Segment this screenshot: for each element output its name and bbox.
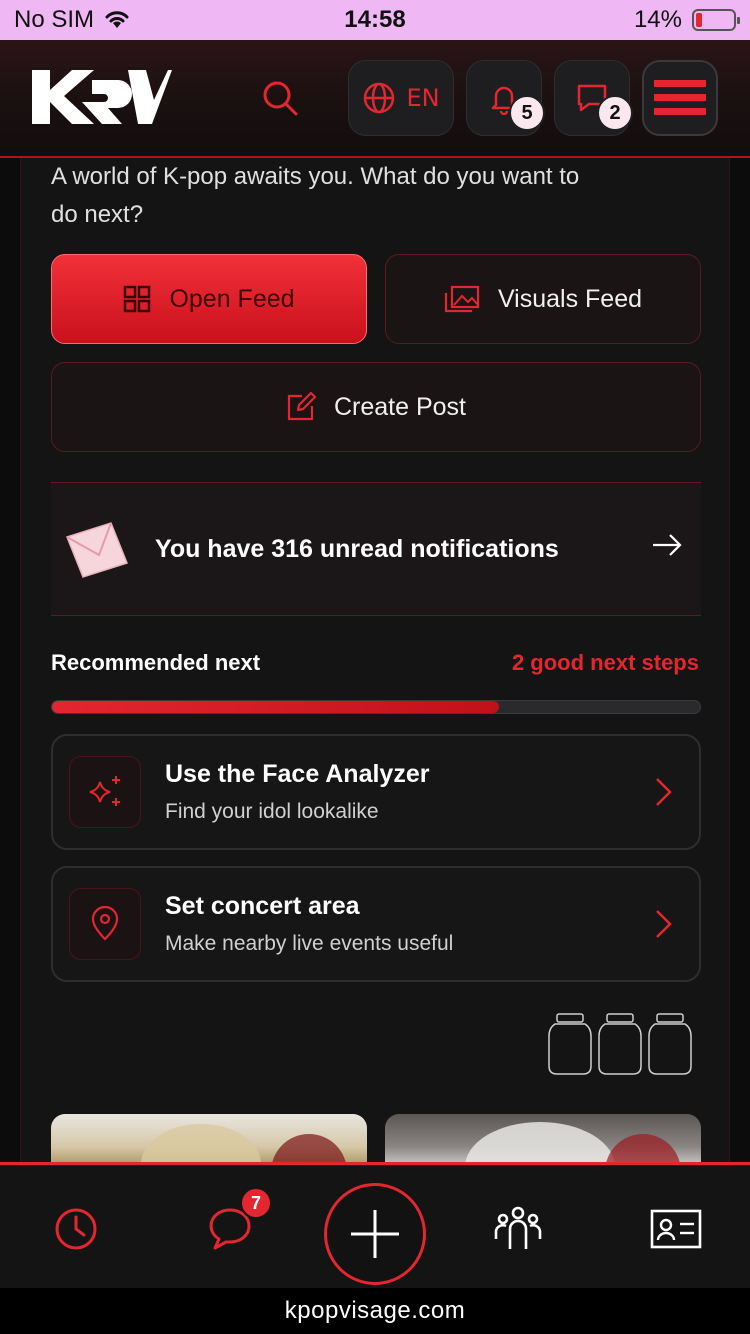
open-feed-button[interactable]: Open Feed — [51, 254, 367, 344]
sparkles-icon — [89, 776, 120, 806]
visual-thumbnail[interactable] — [51, 1114, 367, 1168]
bottom-navigation: 7 — [0, 1162, 750, 1288]
search-icon — [263, 81, 298, 116]
jars-decoration — [547, 1012, 693, 1076]
messages-button[interactable]: 2 — [554, 60, 633, 136]
create-button[interactable] — [324, 1183, 426, 1285]
nav-profile[interactable] — [648, 1201, 704, 1257]
location-pin-icon — [91, 906, 119, 941]
battery-icon — [692, 9, 740, 31]
logo[interactable] — [30, 66, 172, 133]
jar-icon — [548, 1013, 592, 1075]
recommended-count: 2 good next steps — [511, 650, 699, 675]
people-icon — [494, 1206, 542, 1249]
app-header: EN 5 2 — [0, 40, 750, 158]
battery-percent: 14% — [633, 6, 682, 33]
create-post-button[interactable]: Create Post — [51, 362, 701, 452]
step-title: Use the Face Analyzer — [165, 760, 430, 788]
edit-icon — [287, 392, 316, 421]
arrow-right-icon — [653, 534, 682, 556]
battery-status: 14% — [633, 6, 740, 34]
visual-thumbnail[interactable] — [385, 1114, 701, 1168]
progress-fill — [52, 701, 500, 713]
language-label: EN — [406, 84, 440, 112]
notifications-button[interactable]: 5 — [466, 60, 545, 136]
step-concert-area[interactable]: Set concert area Make nearby live events… — [51, 866, 701, 982]
home-card: A world of K-pop awaits you. What do you… — [20, 158, 730, 1168]
logo-icon — [32, 70, 172, 124]
notifications-badge: 5 — [509, 95, 545, 131]
chevron-right-icon — [656, 778, 672, 806]
create-post-label: Create Post — [333, 392, 466, 421]
language-selector[interactable]: EN — [348, 60, 454, 136]
envelope-icon — [66, 522, 128, 578]
step-icon-box — [69, 756, 141, 828]
search-button[interactable] — [258, 76, 304, 122]
notifications-banner-text: You have 316 unread notifications — [155, 535, 559, 563]
plus-icon — [351, 1210, 399, 1258]
clock-icon — [55, 1208, 97, 1250]
step-subtitle: Find your idol lookalike — [165, 800, 379, 823]
nav-community[interactable] — [490, 1201, 546, 1257]
intro-text: A world of K-pop awaits you. What do you… — [51, 163, 580, 228]
nav-history[interactable] — [48, 1201, 104, 1257]
open-feed-label: Open Feed — [169, 284, 295, 313]
jar-icon — [598, 1013, 642, 1075]
globe-icon — [364, 82, 395, 114]
recommended-title: Recommended next — [51, 650, 261, 675]
step-icon-box — [69, 888, 141, 960]
browser-url: kpopvisage.com — [0, 1288, 750, 1334]
chevron-right-icon — [656, 910, 672, 938]
step-subtitle: Make nearby live events useful — [165, 932, 454, 955]
id-card-icon — [650, 1209, 702, 1249]
notifications-banner[interactable]: You have 316 unread notifications — [51, 482, 701, 616]
step-face-analyzer[interactable]: Use the Face Analyzer Find your idol loo… — [51, 734, 701, 850]
status-bar: No SIM 14:58 14% — [0, 0, 750, 40]
chat-badge: 7 — [240, 1187, 272, 1219]
hamburger-icon — [654, 80, 706, 115]
menu-button[interactable] — [642, 60, 718, 136]
step-title: Set concert area — [165, 892, 360, 920]
messages-badge: 2 — [597, 95, 633, 131]
visuals-feed-button[interactable]: Visuals Feed — [385, 254, 701, 344]
grid-icon — [124, 285, 151, 313]
images-icon — [444, 285, 480, 313]
jar-icon — [648, 1013, 692, 1075]
visuals-feed-label: Visuals Feed — [497, 284, 643, 313]
recommended-progress — [51, 700, 701, 714]
